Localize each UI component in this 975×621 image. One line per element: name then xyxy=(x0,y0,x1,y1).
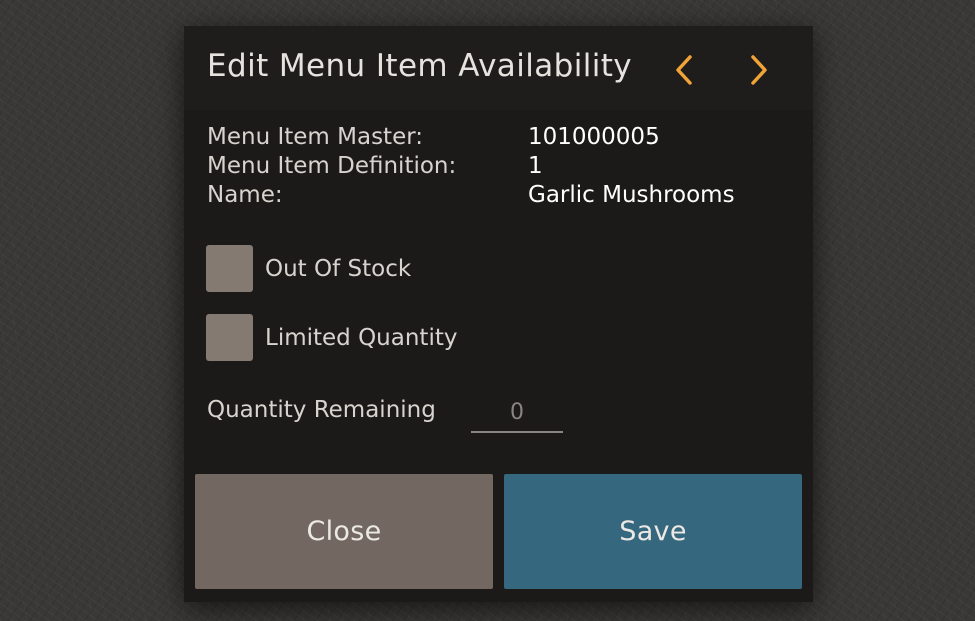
menu-item-definition-value: 1 xyxy=(528,153,543,179)
dialog-title: Edit Menu Item Availability xyxy=(207,48,633,84)
save-button[interactable]: Save xyxy=(504,474,802,589)
out-of-stock-checkbox[interactable] xyxy=(206,245,253,292)
close-button[interactable]: Close xyxy=(195,474,493,589)
edit-availability-dialog: Edit Menu Item Availability Menu Item Ma… xyxy=(184,26,813,602)
limited-quantity-option[interactable]: Limited Quantity xyxy=(206,314,457,361)
dialog-header: Edit Menu Item Availability xyxy=(184,26,813,110)
next-item-button[interactable] xyxy=(740,50,778,90)
out-of-stock-label: Out Of Stock xyxy=(265,255,412,282)
menu-item-definition-row: Menu Item Definition: 1 xyxy=(207,152,807,181)
menu-item-name-label: Name: xyxy=(207,182,283,208)
previous-item-button[interactable] xyxy=(665,50,703,90)
chevron-left-icon xyxy=(676,55,692,85)
chevron-right-icon xyxy=(751,55,767,85)
menu-item-name-value: Garlic Mushrooms xyxy=(528,182,735,208)
menu-item-master-label: Menu Item Master: xyxy=(207,124,424,150)
menu-item-master-row: Menu Item Master: 101000005 xyxy=(207,123,807,152)
quantity-remaining-label: Quantity Remaining xyxy=(207,397,436,423)
menu-item-definition-label: Menu Item Definition: xyxy=(207,153,457,179)
limited-quantity-checkbox[interactable] xyxy=(206,314,253,361)
menu-item-name-row: Name: Garlic Mushrooms xyxy=(207,181,807,210)
quantity-remaining-input[interactable] xyxy=(471,393,563,433)
menu-item-master-value: 101000005 xyxy=(528,124,660,150)
out-of-stock-option[interactable]: Out Of Stock xyxy=(206,245,411,292)
limited-quantity-label: Limited Quantity xyxy=(265,324,458,351)
